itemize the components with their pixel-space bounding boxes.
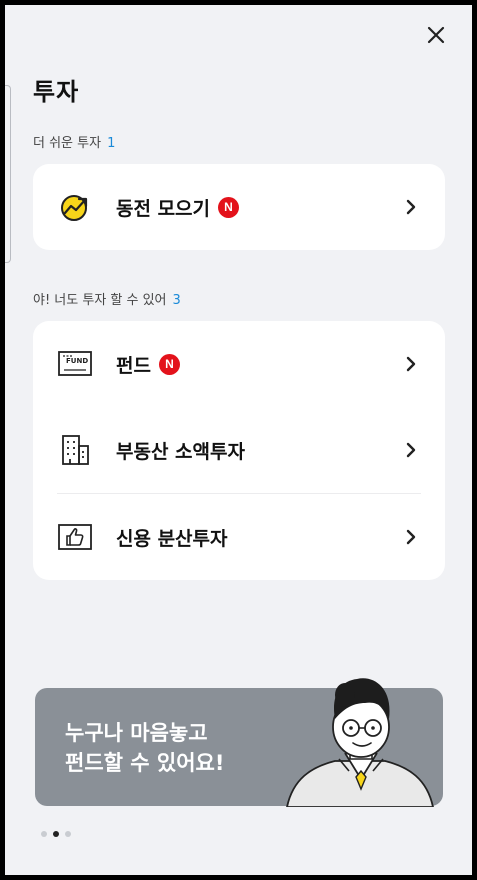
new-badge: N	[218, 196, 240, 218]
pager-dot[interactable]	[41, 831, 47, 837]
section-label-anyone-can-invest: 야! 너도 투자 할 수 있어 3	[33, 289, 181, 308]
fund-card-icon: FUND	[57, 346, 93, 382]
section-count: 3	[172, 293, 181, 308]
menu-item-coin-saving[interactable]: 동전 모으기 N	[33, 164, 445, 250]
menu-item-text: 신용 분산투자	[116, 527, 228, 550]
close-button[interactable]	[423, 22, 449, 48]
banner-text: 누구나 마음놓고 펀드할 수 있어요!	[65, 718, 224, 778]
pager-dot-active[interactable]	[53, 831, 59, 837]
new-badge: N	[158, 353, 180, 375]
section-label-easy-invest: 더 쉬운 투자 1	[33, 132, 115, 151]
menu-item-text: 펀드	[116, 354, 151, 377]
menu-item-label: 신용 분산투자	[116, 524, 228, 551]
chevron-right-icon	[406, 199, 416, 215]
thumbs-up-icon	[57, 519, 93, 555]
menu-item-label: 동전 모으기 N	[116, 194, 240, 221]
section-title: 야! 너도 투자 할 수 있어	[33, 293, 167, 308]
menu-item-label: 부동산 소액투자	[116, 437, 245, 464]
building-icon	[57, 432, 93, 468]
chevron-right-icon	[406, 529, 416, 545]
menu-item-real-estate[interactable]: 부동산 소액투자	[33, 407, 445, 493]
banner-line-2: 펀드할 수 있어요!	[65, 751, 225, 775]
chevron-right-icon	[406, 442, 416, 458]
menu-item-text: 부동산 소액투자	[116, 440, 245, 463]
fund-icon-text: FUND	[66, 357, 89, 365]
background-sheet-edge	[5, 85, 11, 263]
page-title: 투자	[33, 78, 80, 106]
pager-dots	[41, 831, 71, 837]
menu-item-text: 동전 모으기	[116, 197, 211, 220]
menu-item-credit-diversified[interactable]: 신용 분산투자	[33, 494, 445, 580]
pager-dot[interactable]	[65, 831, 71, 837]
chevron-right-icon	[406, 356, 416, 372]
close-icon	[427, 26, 445, 44]
menu-item-fund[interactable]: FUND 펀드 N	[33, 321, 445, 407]
character-illustration	[286, 678, 434, 807]
banner-line-1: 누구나 마음놓고	[65, 721, 208, 745]
app-screen: 투자 더 쉬운 투자 1 동전 모으기 N 야! 너도 투자 할 수 있어 3	[5, 5, 472, 875]
easy-invest-card: 동전 모으기 N	[33, 164, 445, 250]
coin-growth-icon	[57, 189, 93, 225]
anyone-invest-card: FUND 펀드 N 부동산 소액투자 신용 분산투자	[33, 321, 445, 580]
section-title: 더 쉬운 투자	[33, 136, 102, 151]
menu-item-label: 펀드 N	[116, 351, 180, 378]
section-count: 1	[107, 136, 116, 151]
